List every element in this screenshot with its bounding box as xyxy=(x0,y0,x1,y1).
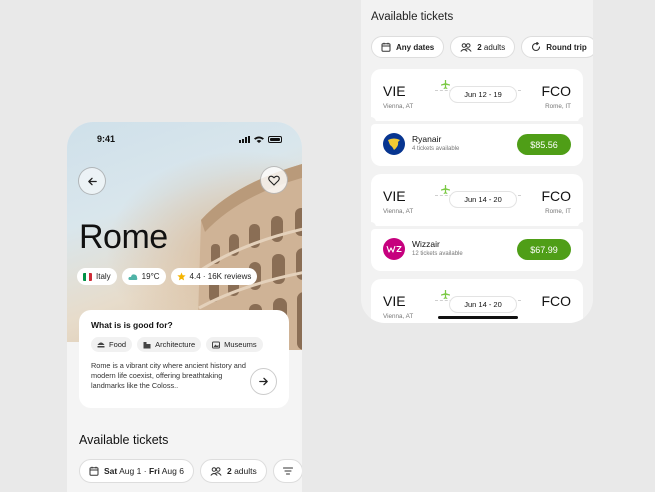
date-from: Aug 1 xyxy=(119,466,142,476)
passengers-filter[interactable]: 2 adults xyxy=(450,36,516,58)
weather-icon xyxy=(128,273,138,280)
temperature-label: 19°C xyxy=(141,272,160,281)
city-description: Rome is a vibrant city where ancient his… xyxy=(91,361,246,391)
plane-icon xyxy=(441,185,450,194)
status-time: 9:41 xyxy=(97,134,116,144)
italy-flag-icon xyxy=(83,272,92,281)
wizzair-logo-icon xyxy=(383,238,405,260)
city-title: Rome xyxy=(79,218,168,256)
price-button[interactable]: $85.56 xyxy=(517,134,571,155)
ticket-card[interactable]: VIE Vienna, AT Jun 14 - 20 FCO Rome, IT … xyxy=(366,174,588,271)
read-more-button[interactable] xyxy=(250,368,277,395)
dates-filter[interactable]: Any dates xyxy=(371,36,445,58)
ticket-route: VIE Vienna, AT Jun 14 - 20 FCO Rome, IT xyxy=(371,174,583,226)
battery-icon xyxy=(268,136,282,143)
origin-code: VIE xyxy=(383,188,406,204)
more-filters-button[interactable] xyxy=(272,459,302,483)
heart-icon xyxy=(268,175,280,186)
weather-chip: 19°C xyxy=(121,268,166,285)
calendar-icon xyxy=(89,466,99,476)
destination-screen: 9:41 Rome Italy 19°C 4.4 · 16K reviews W… xyxy=(67,122,302,492)
adults-label: adults xyxy=(483,42,506,52)
rating-chip: 4.4 · 16K reviews xyxy=(170,268,258,285)
rating-label: 4.4 · 16K reviews xyxy=(189,272,252,281)
arrow-right-icon xyxy=(259,377,268,386)
travel-dates: Jun 12 - 19 xyxy=(449,86,517,103)
round-trip-icon xyxy=(532,42,541,52)
cellular-signal-icon xyxy=(239,136,250,143)
wifi-icon xyxy=(254,136,264,143)
destination-code: FCO xyxy=(541,83,571,99)
good-for-heading: What is is good for? xyxy=(91,320,173,330)
tickets-available: 4 tickets available xyxy=(412,146,460,152)
price-button[interactable]: $67.99 xyxy=(517,239,571,260)
tag-museums[interactable]: Museums xyxy=(206,337,263,352)
city-info-chips: Italy 19°C 4.4 · 16K reviews xyxy=(77,268,258,285)
adults-count: 2 xyxy=(226,466,232,476)
architecture-icon xyxy=(143,341,151,348)
home-indicator xyxy=(438,316,518,319)
dates-filter-label: Any dates xyxy=(396,42,435,52)
adults-count: 2 xyxy=(477,42,482,52)
destination-code: FCO xyxy=(541,293,571,309)
trip-type-label: Round trip xyxy=(546,42,587,52)
tag-label: Museums xyxy=(224,340,257,349)
back-button[interactable] xyxy=(78,167,106,195)
tag-food[interactable]: Food xyxy=(91,337,133,352)
status-bar: 9:41 xyxy=(67,134,302,148)
date-to: Aug 6 xyxy=(161,466,184,476)
ticket-airline-row: Ryanair 4 tickets available $85.56 xyxy=(371,124,583,166)
destination-code: FCO xyxy=(541,188,571,204)
country-label: Italy xyxy=(96,272,111,281)
destination-city: Rome, IT xyxy=(545,103,571,110)
star-icon xyxy=(176,272,186,281)
people-icon xyxy=(210,466,222,476)
origin-city: Vienna, AT xyxy=(383,103,414,110)
travel-dates: Jun 14 - 20 xyxy=(449,296,517,313)
airline-name: Ryanair xyxy=(412,134,442,144)
ticket-route: VIE Vienna, AT Jun 12 - 19 FCO Rome, IT xyxy=(371,69,583,121)
plane-icon xyxy=(441,80,450,89)
trip-type-filter[interactable]: Round trip xyxy=(521,36,593,58)
ticket-filters: Any dates 2 adults Round trip xyxy=(371,36,593,58)
favorite-button[interactable] xyxy=(260,166,288,194)
passengers-filter[interactable]: 2 adults xyxy=(199,459,267,483)
airline-name: Wizzair xyxy=(412,239,440,249)
available-tickets-heading: Available tickets xyxy=(371,11,454,23)
tag-label: Food xyxy=(109,340,127,349)
destination-city: Rome, IT xyxy=(545,208,571,215)
calendar-icon xyxy=(381,42,391,52)
date-from-day: Sat xyxy=(104,466,118,476)
adults-label: adults xyxy=(234,466,257,476)
available-tickets-heading: Available tickets xyxy=(79,433,169,447)
good-for-card: What is is good for? Food Architecture M… xyxy=(79,310,289,408)
origin-code: VIE xyxy=(383,83,406,99)
date-separator: · xyxy=(143,466,147,476)
tickets-available: 12 tickets available xyxy=(412,251,463,257)
plane-icon xyxy=(441,290,450,299)
arrow-left-icon xyxy=(87,177,97,185)
good-for-tags: Food Architecture Museums xyxy=(91,337,277,352)
origin-code: VIE xyxy=(383,293,406,309)
food-icon xyxy=(97,342,105,347)
museum-icon xyxy=(212,341,221,348)
date-to-day: Fri xyxy=(148,466,160,476)
tag-label: Architecture xyxy=(155,340,196,349)
country-chip: Italy xyxy=(77,268,117,285)
tickets-screen: Available tickets Any dates 2 adults Rou… xyxy=(361,0,593,323)
tag-architecture[interactable]: Architecture xyxy=(137,337,202,352)
date-range-filter[interactable]: Sat Aug 1 · Fri Aug 6 xyxy=(79,459,194,483)
ticket-card[interactable]: VIE Vienna, AT Jun 12 - 19 FCO Rome, IT … xyxy=(366,69,588,166)
filter-icon xyxy=(282,467,293,475)
ticket-airline-row: Wizzair 12 tickets available $67.99 xyxy=(371,229,583,271)
ryanair-logo-icon xyxy=(383,133,405,155)
people-icon xyxy=(460,42,472,52)
origin-city: Vienna, AT xyxy=(383,208,414,215)
ticket-filters: Sat Aug 1 · Fri Aug 6 2 adults xyxy=(79,459,302,483)
origin-city: Vienna, AT xyxy=(383,313,414,320)
travel-dates: Jun 14 - 20 xyxy=(449,191,517,208)
